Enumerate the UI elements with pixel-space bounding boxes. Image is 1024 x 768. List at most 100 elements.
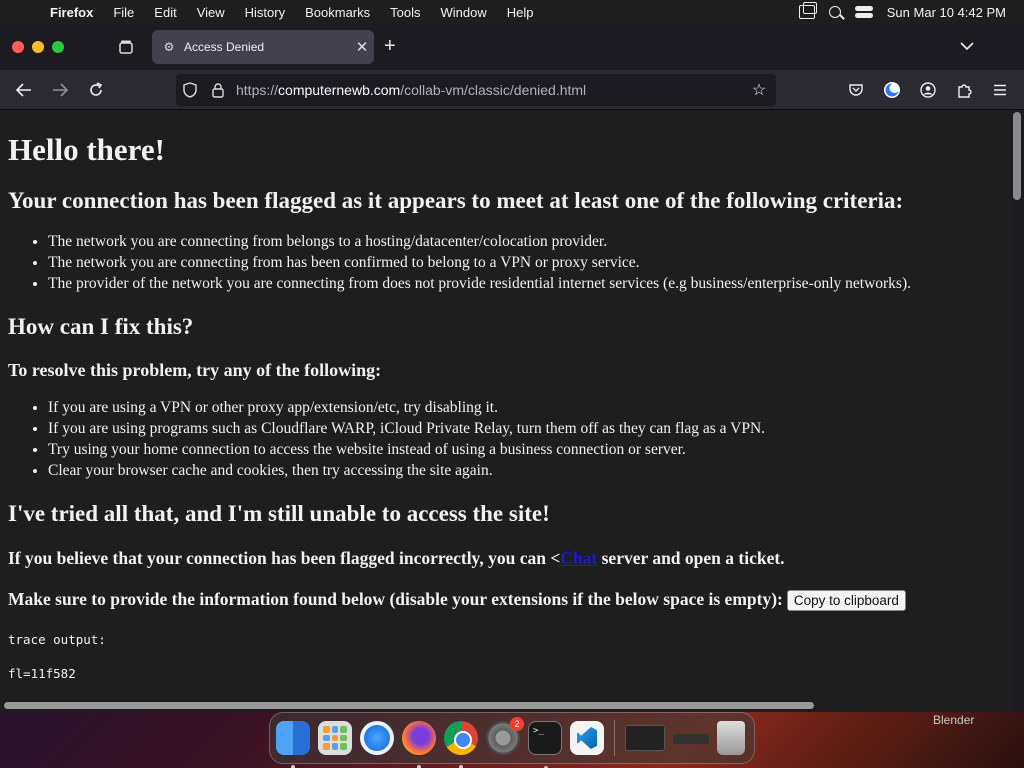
url-text: https://computernewb.com/collab-vm/class…	[236, 82, 586, 98]
account-icon	[920, 82, 936, 98]
navigation-toolbar: https://computernewb.com/collab-vm/class…	[0, 70, 1024, 110]
forward-button[interactable]	[42, 74, 78, 106]
fix-heading: How can I fix this?	[8, 314, 194, 339]
vertical-scrollbar[interactable]	[1013, 112, 1021, 200]
trace-output: trace output: fl=11f582	[8, 631, 1002, 682]
info-text: Make sure to provide the information fou…	[8, 589, 783, 609]
firefox-view-button[interactable]	[108, 33, 144, 61]
launchpad-icon[interactable]	[318, 721, 352, 755]
menu-app-name[interactable]: Firefox	[40, 5, 103, 20]
back-button[interactable]	[6, 74, 42, 106]
notification-badge: 2	[510, 717, 524, 731]
trace-title: trace output:	[8, 632, 106, 648]
incorrect-flag-prefix: If you believe that your connection has …	[8, 548, 561, 568]
system-settings-icon[interactable]: 2	[486, 717, 524, 755]
criteria-heading: Your connection has been flagged as it a…	[8, 188, 904, 213]
tracking-protection-icon[interactable]	[176, 82, 204, 98]
zoom-window-button[interactable]	[52, 41, 64, 53]
app-menu-button[interactable]	[984, 74, 1016, 106]
menu-file[interactable]: File	[103, 5, 144, 20]
forward-arrow-icon	[53, 82, 68, 97]
menu-history[interactable]: History	[235, 5, 295, 20]
url-bar[interactable]: https://computernewb.com/collab-vm/class…	[176, 74, 776, 106]
resolve-heading: To resolve this problem, try any of the …	[8, 360, 382, 380]
chevron-down-icon	[960, 42, 974, 51]
hamburger-menu-icon	[994, 84, 1006, 96]
horizontal-scrollbar[interactable]	[4, 702, 814, 709]
list-item: Clear your browser cache and cookies, th…	[48, 460, 1002, 481]
menu-window[interactable]: Window	[431, 5, 497, 20]
url-path: /collab-vm/classic/denied.html	[400, 82, 587, 98]
safari-icon[interactable]	[360, 721, 394, 755]
window-switcher-icon[interactable]	[798, 2, 817, 19]
menu-edit[interactable]: Edit	[144, 5, 186, 20]
vscode-icon[interactable]	[570, 721, 604, 755]
terminal-prompt-glyph: >_	[533, 726, 544, 736]
list-item: If you are using a VPN or other proxy ap…	[48, 397, 1002, 418]
list-item: The network you are connecting from has …	[48, 252, 1002, 273]
pocket-button[interactable]	[840, 74, 872, 106]
incorrect-flag-paragraph: If you believe that your connection has …	[8, 547, 1002, 569]
minimized-window-thumbnail[interactable]	[625, 725, 665, 751]
url-domain: computernewb.com	[278, 82, 401, 98]
menu-bar-clock[interactable]: Sun Mar 10 4:42 PM	[887, 5, 1006, 20]
tab-access-denied[interactable]: ⚙ Access Denied ✕	[152, 30, 374, 64]
extensions-button[interactable]	[948, 74, 980, 106]
trace-line: fl=11f582	[8, 666, 76, 682]
chrome-icon[interactable]	[444, 721, 478, 768]
list-all-tabs-button[interactable]	[960, 38, 974, 56]
toolbar-right-icons	[840, 74, 1016, 106]
trash-icon[interactable]	[717, 721, 745, 755]
reload-button[interactable]	[78, 74, 114, 106]
back-arrow-icon	[16, 82, 31, 97]
criteria-list: The network you are connecting from belo…	[48, 231, 1002, 294]
desktop-blender-label[interactable]: Blender	[933, 713, 974, 727]
lock-icon	[212, 83, 224, 98]
extension-moon-icon	[884, 82, 900, 98]
url-scheme: https://	[236, 82, 279, 98]
page-heading: Hello there!	[8, 132, 165, 167]
page-content: Hello there! Your connection has been fl…	[0, 110, 1010, 700]
control-center-icon[interactable]	[854, 6, 873, 18]
minimize-window-button[interactable]	[32, 41, 44, 53]
firefox-icon[interactable]	[402, 721, 436, 768]
list-item: The network you are connecting from belo…	[48, 231, 1002, 252]
firefox-window: ⚙ Access Denied ✕ + https://computernewb…	[0, 24, 1024, 712]
list-item: If you are using programs such as Cloudf…	[48, 418, 1002, 439]
still-unable-heading: I've tried all that, and I'm still unabl…	[8, 501, 550, 526]
tab-favicon-icon: ⚙	[163, 40, 175, 54]
copy-to-clipboard-button[interactable]: Copy to clipboard	[786, 590, 906, 612]
finder-icon[interactable]	[276, 721, 310, 768]
menu-tools[interactable]: Tools	[380, 5, 430, 20]
dock: 2 >_	[269, 712, 755, 768]
shield-icon	[183, 82, 197, 98]
new-tab-button[interactable]: +	[384, 36, 396, 56]
menu-bookmarks[interactable]: Bookmarks	[295, 5, 380, 20]
close-window-button[interactable]	[12, 41, 24, 53]
terminal-icon[interactable]: >_	[528, 721, 562, 768]
minimized-window-thumbnail[interactable]	[673, 734, 709, 744]
puzzle-icon	[958, 84, 972, 98]
window-controls	[0, 41, 90, 53]
spotlight-search-icon[interactable]	[828, 6, 841, 18]
chat-link[interactable]: Chat	[560, 548, 597, 568]
list-item: Try using your home connection to access…	[48, 439, 1002, 460]
fixes-list: If you are using a VPN or other proxy ap…	[48, 397, 1002, 481]
list-item: The provider of the network you are conn…	[48, 273, 1002, 294]
menu-view[interactable]: View	[187, 5, 235, 20]
site-security-lock-icon[interactable]	[204, 82, 232, 98]
dock-separator	[614, 720, 615, 756]
firefox-view-icon	[119, 40, 133, 54]
info-paragraph: Make sure to provide the information fou…	[8, 588, 1002, 612]
macos-menu-bar: Firefox File Edit View History Bookmarks…	[0, 0, 1024, 24]
extension-button[interactable]	[876, 74, 908, 106]
tab-close-icon[interactable]: ✕	[350, 38, 374, 56]
pocket-icon	[849, 84, 863, 96]
bookmark-star-icon[interactable]: ☆	[742, 80, 776, 100]
tab-title: Access Denied	[184, 40, 265, 54]
tab-strip: ⚙ Access Denied ✕ +	[0, 24, 1024, 70]
reload-icon	[90, 81, 103, 96]
menu-help[interactable]: Help	[497, 5, 544, 20]
account-button[interactable]	[912, 74, 944, 106]
incorrect-flag-suffix: server and open a ticket.	[597, 548, 785, 568]
